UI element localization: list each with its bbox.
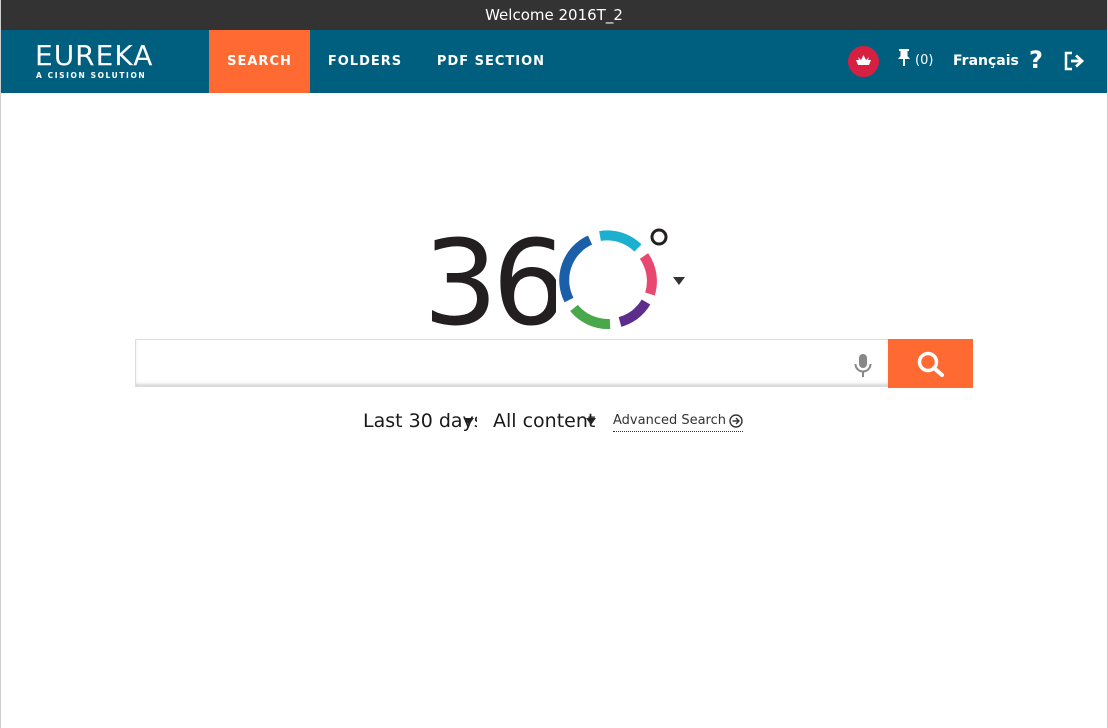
logo-dropdown-caret-icon[interactable]	[673, 277, 685, 285]
tab-search[interactable]: SEARCH	[209, 30, 310, 93]
top-navbar: EUREKA A CISION SOLUTION SEARCH FOLDERS …	[1, 30, 1107, 93]
welcome-bar: Welcome 2016T_2	[1, 0, 1107, 30]
pin-icon	[895, 47, 913, 75]
boat-badge-icon[interactable]	[848, 46, 879, 77]
360-logo: 360	[421, 214, 691, 352]
pin-count: (0)	[915, 53, 934, 68]
help-icon[interactable]: ?	[1029, 46, 1043, 74]
page: Welcome 2016T_2 EUREKA A CISION SOLUTION…	[0, 0, 1108, 728]
circle-arrow-right-icon	[729, 414, 743, 428]
logout-icon[interactable]	[1063, 50, 1085, 72]
search-input[interactable]	[136, 340, 836, 386]
advanced-search-link[interactable]: Advanced Search	[613, 411, 744, 432]
search-button[interactable]	[888, 339, 973, 388]
period-caret-icon	[464, 418, 474, 425]
language-switch[interactable]: Français	[953, 50, 1019, 72]
tab-pdf-section[interactable]: PDF SECTION	[425, 30, 557, 93]
tab-folders[interactable]: FOLDERS	[317, 30, 413, 93]
eureka-logo[interactable]: EUREKA A CISION SOLUTION	[35, 39, 154, 81]
microphone-icon[interactable]	[852, 353, 874, 379]
content-dropdown[interactable]: All content	[493, 406, 597, 436]
brand-tagline: A CISION SOLUTION	[36, 71, 147, 80]
content-caret-icon	[586, 418, 596, 425]
welcome-text: Welcome 2016T_2	[485, 6, 623, 24]
search-box	[135, 339, 888, 387]
pinned-items[interactable]: (0)	[895, 47, 934, 75]
search-icon	[916, 350, 946, 382]
advanced-search-label: Advanced Search	[613, 413, 727, 428]
period-dropdown[interactable]: Last 30 days	[363, 406, 477, 436]
brand-name: EUREKA	[35, 39, 154, 72]
